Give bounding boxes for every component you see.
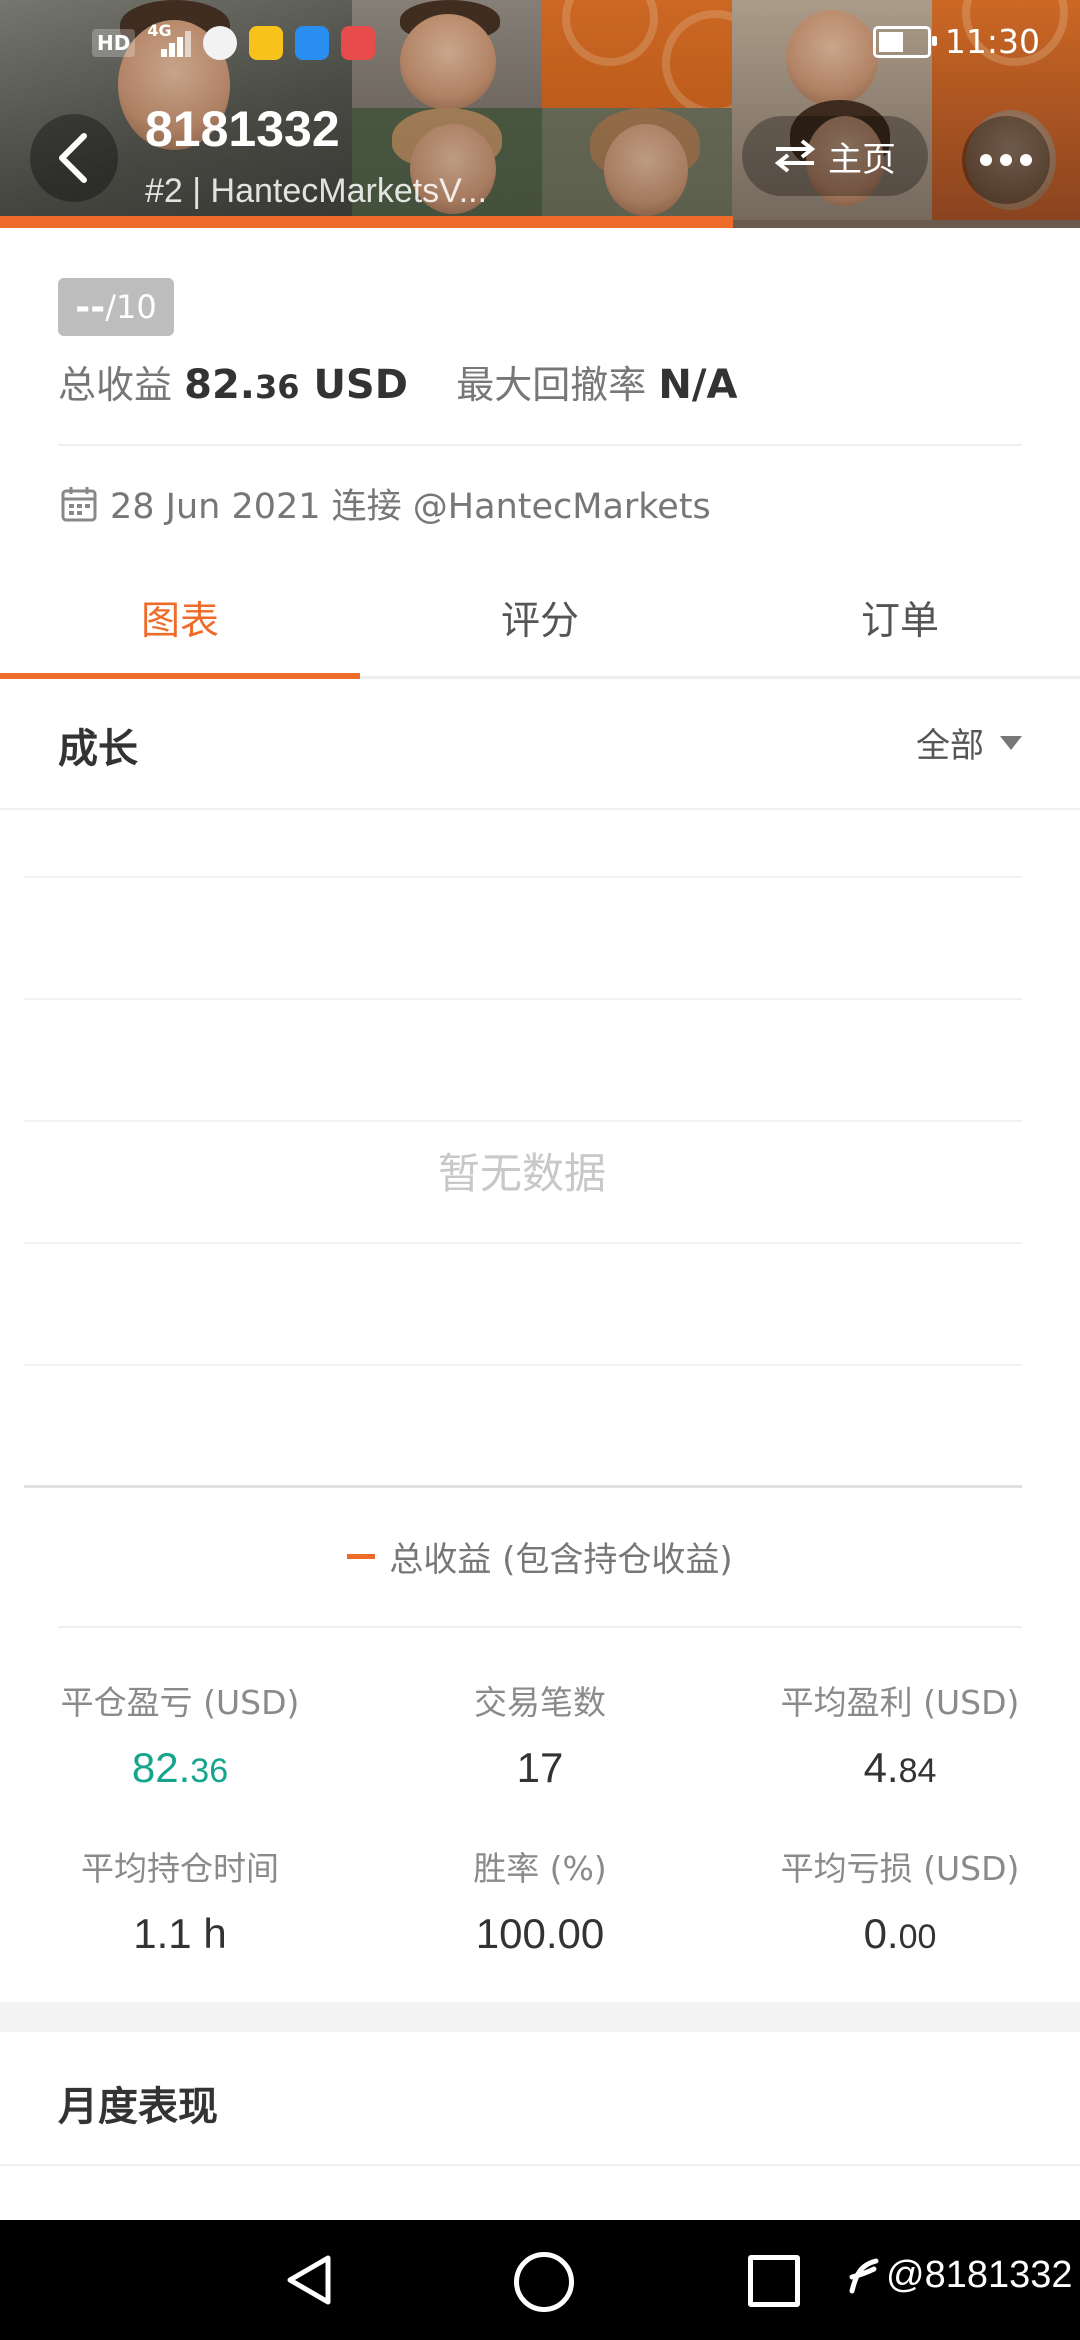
tab-orders[interactable]: 订单	[720, 560, 1080, 676]
score-max: /10	[105, 288, 157, 326]
tab-chart[interactable]: 图表	[0, 560, 360, 679]
divider	[0, 2164, 1080, 2166]
score-value: --	[75, 286, 106, 328]
range-dropdown-label: 全部	[916, 726, 984, 766]
chart-baseline	[24, 1485, 1022, 1488]
more-options-button[interactable]	[962, 116, 1050, 204]
stat-win-rate: 胜率 (%) 100.00	[473, 1849, 607, 1957]
header-banner: HD 4G 11:30 8181332 #2 | HantecMarketsV.…	[0, 0, 1080, 228]
back-button[interactable]	[30, 114, 118, 202]
signal-icon: 4G	[147, 21, 192, 57]
divider	[58, 444, 1022, 446]
mail-app-icon	[249, 26, 284, 60]
stat-avg-loss: 平均亏损 (USD) 0.00	[780, 1849, 1020, 1957]
growth-title: 成长	[58, 726, 138, 772]
chart-empty-message: 暂无数据	[437, 1149, 606, 1198]
watermark: @8181332	[846, 2254, 1073, 2297]
network-type: 4G	[147, 21, 172, 40]
legend-label: 总收益 (包含持仓收益)	[389, 1540, 733, 1580]
range-dropdown[interactable]: 全部	[916, 718, 1022, 767]
monthly-performance-title: 月度表现	[58, 2084, 218, 2130]
chart-gridline	[24, 1120, 1022, 1122]
divider	[0, 808, 1080, 810]
chart-gridline	[24, 998, 1022, 1000]
max-drawdown-value: N/A	[658, 362, 738, 408]
message-app-icon	[203, 26, 238, 60]
nav-home-icon[interactable]	[514, 2252, 574, 2312]
status-bar: HD 4G 11:30	[0, 0, 1080, 80]
legend-swatch	[347, 1554, 376, 1559]
stat-trade-count: 交易笔数 17	[474, 1683, 606, 1791]
home-button[interactable]: 主页	[742, 116, 928, 196]
section-separator	[0, 2002, 1080, 2032]
account-subtitle: #2 | HantecMarketsV...	[145, 172, 488, 210]
banner-accent-strip	[0, 216, 733, 228]
stat-closed-pnl: 平仓盈亏 (USD) 82.36	[60, 1683, 300, 1791]
status-time: 11:30	[944, 22, 1040, 61]
chart-gridline	[24, 1242, 1022, 1244]
connection-info: 28 Jun 2021 连接 @HantecMarkets	[60, 478, 711, 529]
swap-icon	[774, 139, 816, 173]
score-badge: --/10	[58, 278, 174, 336]
system-nav-bar: @8181332	[0, 2220, 1080, 2340]
hd-indicator: HD	[92, 29, 136, 57]
battery-icon	[872, 25, 937, 58]
watermark-text: @8181332	[886, 2254, 1073, 2296]
calendar-icon	[61, 486, 97, 521]
chevron-left-icon	[59, 133, 87, 183]
profit-summary: 总收益 82.36 USD 最大回撤率 N/A	[58, 354, 737, 409]
caret-down-icon	[1000, 735, 1022, 750]
divider	[58, 1626, 1022, 1628]
reader-app-icon	[341, 26, 376, 60]
connection-text: 28 Jun 2021 连接 @HantecMarkets	[110, 487, 711, 527]
nav-back-icon[interactable]	[284, 2254, 334, 2306]
tab-rating[interactable]: 评分	[360, 560, 720, 676]
account-id: 8181332	[145, 101, 340, 157]
total-profit-label: 总收益	[58, 363, 173, 407]
stats-grid: 平仓盈亏 (USD) 82.36 交易笔数 17 平均盈利 (USD) 4.84…	[0, 1676, 1080, 2008]
more-dots-icon	[980, 154, 992, 166]
brand-logo-icon	[849, 2258, 879, 2293]
tab-bar: 图表 评分 订单	[0, 560, 1080, 679]
chart-legend: 总收益 (包含持仓收益)	[0, 1532, 1080, 1581]
total-profit-value: 82.36 USD	[184, 362, 408, 408]
browser-app-icon	[295, 26, 330, 60]
stat-avg-holding-time: 平均持仓时间 1.1 h	[81, 1849, 279, 1957]
home-button-label: 主页	[828, 139, 896, 180]
max-drawdown-label: 最大回撤率	[456, 363, 647, 407]
stat-avg-profit: 平均盈利 (USD) 4.84	[780, 1683, 1020, 1791]
chart-gridline	[24, 1364, 1022, 1366]
nav-recent-apps-icon[interactable]	[748, 2255, 800, 2307]
chart-gridline	[24, 876, 1022, 878]
